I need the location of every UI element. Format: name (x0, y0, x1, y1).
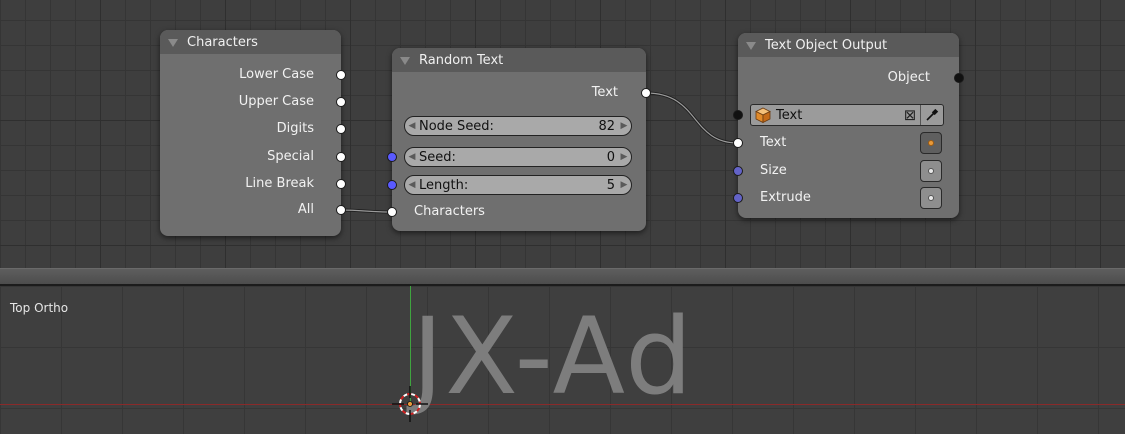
node-editor[interactable]: Characters Lower Case Upper Case Digits … (0, 0, 1125, 268)
link-text-to-text (645, 91, 739, 145)
3d-cursor-icon[interactable] (390, 384, 430, 424)
length-value: 5 (606, 177, 615, 193)
text-object-output-node[interactable]: Text Object Output Object Text ⊠ Text Si… (733, 33, 964, 218)
dot-icon (928, 140, 934, 146)
input-text-label: Text (760, 135, 787, 150)
size-input-toggle[interactable] (920, 160, 942, 182)
arrow-left-icon[interactable]: ◀ (405, 152, 419, 162)
socket-special[interactable] (336, 152, 346, 162)
text-object[interactable]: JX-Ad (412, 304, 694, 410)
socket-line-break[interactable] (336, 179, 346, 189)
arrow-left-icon[interactable]: ◀ (405, 180, 419, 190)
input-extrude-label: Extrude (760, 190, 811, 205)
socket-lower-case[interactable] (336, 70, 346, 80)
characters-node-header[interactable]: Characters (160, 30, 341, 54)
socket-upper-case[interactable] (336, 97, 346, 107)
length-label: Length: (419, 177, 469, 193)
arrow-right-icon[interactable]: ▶ (617, 180, 631, 190)
socket-object-output[interactable] (954, 73, 964, 83)
output-all: All (297, 202, 314, 217)
eyedropper-icon[interactable] (920, 105, 943, 125)
text-input-toggle[interactable] (920, 132, 942, 154)
socket-length-input[interactable] (387, 180, 397, 190)
output-object-label: Object (887, 70, 930, 85)
collapse-triangle-icon[interactable] (746, 42, 756, 50)
area-separator[interactable] (0, 268, 1125, 286)
input-size-label: Size (760, 163, 787, 178)
node-seed-value: 82 (598, 118, 615, 134)
characters-node[interactable]: Characters Lower Case Upper Case Digits … (160, 30, 346, 236)
socket-all[interactable] (336, 205, 346, 215)
dot-icon (928, 195, 934, 201)
extrude-input-toggle[interactable] (920, 187, 942, 209)
output-lower-case: Lower Case (239, 67, 314, 82)
random-text-node-title: Random Text (419, 52, 504, 68)
seed-field[interactable]: ◀ Seed: 0 ▶ (404, 147, 632, 167)
socket-extrude-input[interactable] (733, 193, 743, 203)
view-label: Top Ortho (10, 301, 69, 315)
random-text-node[interactable]: Random Text Text ◀ Node Seed: 82 ▶ ◀ See… (387, 48, 651, 231)
socket-seed-input[interactable] (387, 152, 397, 162)
node-seed-field[interactable]: ◀ Node Seed: 82 ▶ (404, 116, 632, 136)
clear-x-icon[interactable]: ⊠ (900, 106, 920, 124)
arrow-right-icon[interactable]: ▶ (617, 121, 631, 131)
output-line-break: Line Break (245, 176, 314, 191)
output-text-label: Text (591, 85, 618, 100)
object-selector-field[interactable]: Text ⊠ (750, 104, 944, 126)
length-field[interactable]: ◀ Length: 5 ▶ (404, 175, 632, 195)
socket-random-text-output[interactable] (641, 88, 651, 98)
output-upper-case: Upper Case (238, 94, 314, 109)
socket-text-input[interactable] (733, 138, 743, 148)
collapse-triangle-icon[interactable] (168, 39, 178, 47)
random-text-node-header[interactable]: Random Text (392, 48, 646, 72)
output-special: Special (267, 149, 314, 164)
object-field-value: Text (776, 107, 803, 123)
text-object-output-node-title: Text Object Output (765, 37, 888, 53)
node-seed-label: Node Seed: (419, 118, 494, 134)
output-digits: Digits (276, 121, 314, 136)
text-object-output-node-header[interactable]: Text Object Output (738, 33, 959, 57)
input-characters-label: Characters (414, 204, 485, 219)
socket-size-input[interactable] (733, 166, 743, 176)
3d-viewport[interactable]: Top Ortho JX-Ad (0, 286, 1125, 434)
characters-node-title: Characters (187, 34, 258, 50)
cube-object-icon (755, 107, 771, 124)
socket-object-input[interactable] (733, 110, 743, 120)
collapse-triangle-icon[interactable] (400, 57, 410, 65)
socket-digits[interactable] (336, 124, 346, 134)
dot-icon (928, 168, 934, 174)
arrow-left-icon[interactable]: ◀ (405, 121, 419, 131)
socket-characters-input[interactable] (387, 207, 397, 217)
seed-label: Seed: (419, 149, 456, 165)
seed-value: 0 (606, 149, 615, 165)
arrow-right-icon[interactable]: ▶ (617, 152, 631, 162)
